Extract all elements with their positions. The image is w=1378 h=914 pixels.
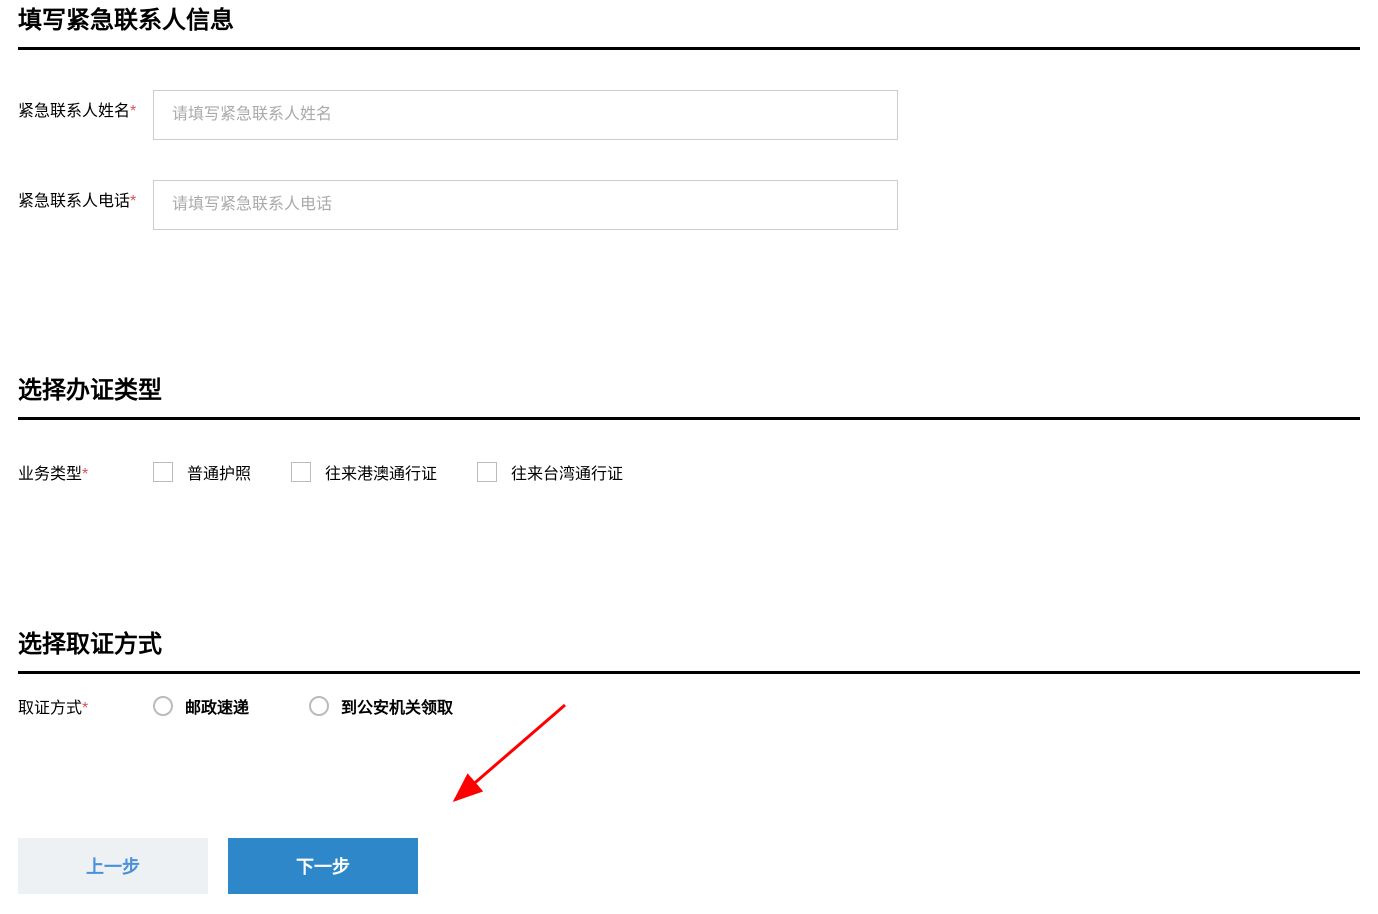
section-title-document-type: 选择办证类型 (18, 370, 1360, 420)
radio-label-postal: 邮政速递 (185, 694, 249, 718)
radio-police[interactable] (309, 696, 329, 716)
checkbox-taiwan[interactable] (477, 462, 497, 482)
business-type-row: 业务类型* 普通护照 往来港澳通行证 往来台湾通行证 (18, 460, 1360, 484)
checkbox-label-passport: 普通护照 (187, 460, 251, 484)
pickup-method-options: 邮政速递 到公安机关领取 (153, 694, 453, 718)
checkbox-passport[interactable] (153, 462, 173, 482)
contact-phone-input[interactable] (153, 180, 898, 230)
checkbox-label-hk-macau: 往来港澳通行证 (325, 460, 437, 484)
section-title-emergency-contact: 填写紧急联系人信息 (18, 0, 1360, 50)
radio-postal[interactable] (153, 696, 173, 716)
label-business-type: 业务类型* (18, 460, 153, 484)
label-pickup-method: 取证方式* (18, 694, 153, 718)
label-contact-name: 紧急联系人姓名* (18, 90, 153, 124)
section-title-pickup-method: 选择取证方式 (18, 624, 1360, 674)
form-row-contact-name: 紧急联系人姓名* (18, 90, 1360, 140)
business-type-options: 普通护照 往来港澳通行证 往来台湾通行证 (153, 460, 623, 484)
pickup-method-row: 取证方式* 邮政速递 到公安机关领取 (18, 694, 1360, 718)
checkbox-item-taiwan: 往来台湾通行证 (477, 460, 623, 484)
radio-item-police: 到公安机关领取 (309, 694, 453, 718)
label-pickup-method-text: 取证方式 (18, 700, 82, 717)
label-contact-name-text: 紧急联系人姓名 (18, 103, 130, 120)
radio-item-postal: 邮政速递 (153, 694, 249, 718)
checkbox-label-taiwan: 往来台湾通行证 (511, 460, 623, 484)
checkbox-item-passport: 普通护照 (153, 460, 251, 484)
required-marker: * (130, 103, 136, 120)
checkbox-item-hk-macau: 往来港澳通行证 (291, 460, 437, 484)
required-marker: * (82, 700, 88, 717)
next-button[interactable]: 下一步 (228, 838, 418, 894)
label-contact-phone: 紧急联系人电话* (18, 180, 153, 214)
button-row: 上一步 下一步 (18, 838, 1360, 914)
label-business-type-text: 业务类型 (18, 466, 82, 483)
required-marker: * (130, 193, 136, 210)
radio-label-police: 到公安机关领取 (341, 694, 453, 718)
form-row-contact-phone: 紧急联系人电话* (18, 180, 1360, 230)
checkbox-hk-macau[interactable] (291, 462, 311, 482)
prev-button[interactable]: 上一步 (18, 838, 208, 894)
label-contact-phone-text: 紧急联系人电话 (18, 193, 130, 210)
contact-name-input[interactable] (153, 90, 898, 140)
required-marker: * (82, 466, 88, 483)
